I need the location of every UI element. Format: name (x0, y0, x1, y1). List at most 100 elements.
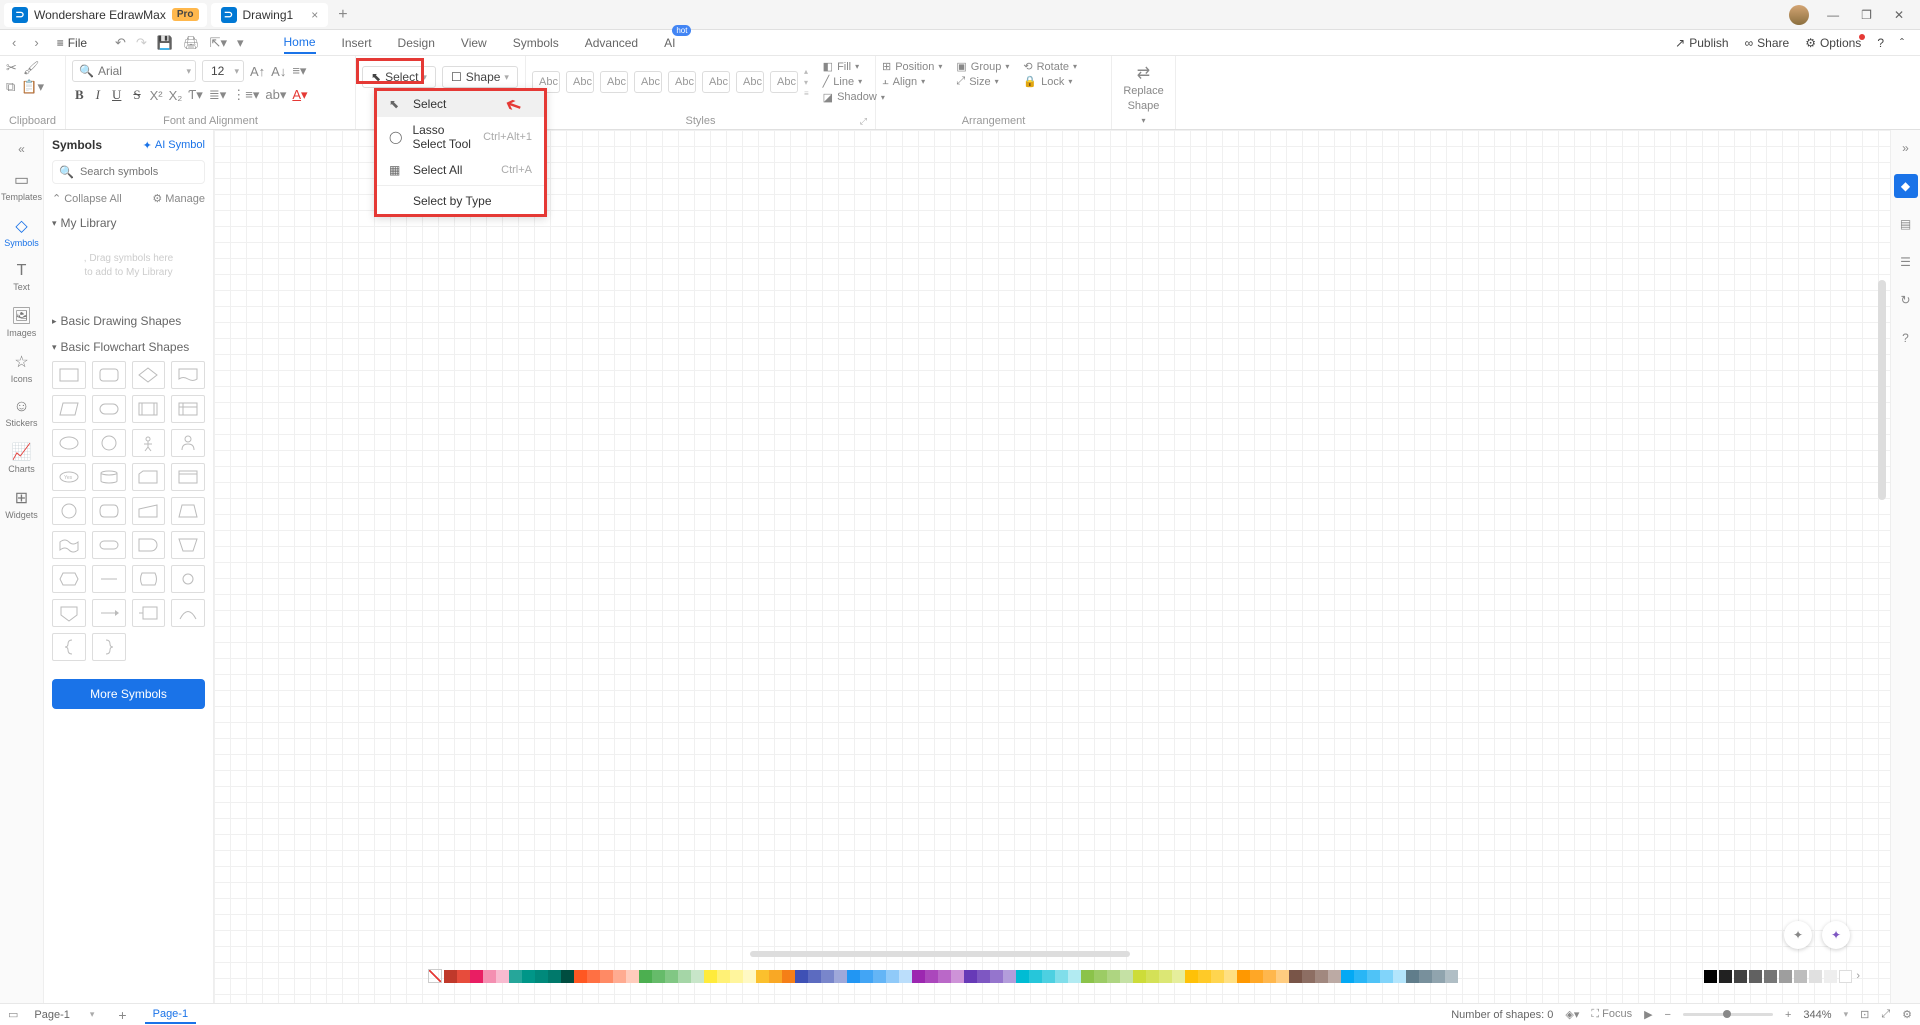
right-rail-theme[interactable]: ◆ (1894, 174, 1918, 198)
color-swatch[interactable] (613, 970, 626, 983)
dropdown-item-select[interactable]: ⬉ Select ➔ (377, 91, 544, 117)
gray-swatch[interactable] (1749, 970, 1762, 983)
color-swatch[interactable] (912, 970, 925, 983)
color-swatch[interactable] (483, 970, 496, 983)
style-swatch[interactable]: Abc (668, 71, 696, 93)
select-tool-button[interactable]: ⬉ Select ▾ (362, 66, 436, 88)
color-swatch[interactable] (1237, 970, 1250, 983)
zoom-thumb[interactable] (1723, 1010, 1731, 1018)
no-color-swatch[interactable] (428, 969, 442, 983)
color-swatch[interactable] (821, 970, 834, 983)
shape-trapezoid[interactable] (171, 497, 205, 525)
fullscreen-icon[interactable]: ⤢ (1881, 1008, 1890, 1021)
align-icon[interactable]: ≡▾ (292, 63, 306, 79)
color-swatch[interactable] (951, 970, 964, 983)
add-page-button[interactable]: + (110, 1007, 134, 1023)
color-swatch[interactable] (678, 970, 691, 983)
zoom-slider[interactable] (1683, 1013, 1773, 1016)
color-swatch[interactable] (548, 970, 561, 983)
rail-text[interactable]: TText (0, 256, 43, 298)
rail-widgets[interactable]: ⊞Widgets (0, 482, 43, 526)
canvas[interactable]: ✦ ✦ › (214, 130, 1890, 1003)
shape-manual-op[interactable] (171, 531, 205, 559)
increase-font-icon[interactable]: A↑ (250, 64, 265, 79)
help-icon[interactable]: ? (1877, 36, 1884, 50)
collapse-right-rail-icon[interactable]: » (1894, 136, 1918, 160)
color-swatch[interactable] (847, 970, 860, 983)
shape-wave[interactable] (52, 531, 86, 559)
shape-person[interactable] (171, 429, 205, 457)
document-tab[interactable]: ⊃ Drawing1 × (211, 3, 329, 27)
section-basic-drawing[interactable]: ▸Basic Drawing Shapes (52, 311, 205, 331)
rail-icons[interactable]: ☆Icons (0, 346, 43, 390)
print-icon[interactable]: 🖨 (183, 35, 200, 51)
pages-overview-icon[interactable]: ▭ (8, 1008, 18, 1021)
line-spacing-icon[interactable]: ≣▾ (209, 87, 226, 103)
rail-images[interactable]: 🖼Images (0, 300, 43, 344)
gray-swatch[interactable] (1779, 970, 1792, 983)
zoom-out-icon[interactable]: − (1665, 1009, 1671, 1021)
color-swatch[interactable] (860, 970, 873, 983)
presentation-icon[interactable]: ▶ (1644, 1008, 1652, 1021)
shape-diamond[interactable] (132, 361, 166, 389)
color-swatch[interactable] (704, 970, 717, 983)
text-transform-icon[interactable]: Ƭ▾ (188, 87, 202, 103)
color-swatch[interactable] (1406, 970, 1419, 983)
publish-button[interactable]: ↗Publish (1675, 36, 1728, 50)
shape-display[interactable] (92, 497, 126, 525)
shape-table[interactable] (171, 463, 205, 491)
style-swatch[interactable]: Abc (566, 71, 594, 93)
style-gallery-icon[interactable]: ≡ (804, 89, 809, 98)
color-swatch[interactable] (1341, 970, 1354, 983)
undo-icon[interactable]: ↶ (115, 35, 126, 51)
decrease-font-icon[interactable]: A↓ (271, 64, 286, 79)
position-button[interactable]: ⊞Position▾ (882, 60, 942, 73)
app-tab[interactable]: ⊃ Wondershare EdrawMax Pro (4, 3, 207, 27)
color-swatch[interactable] (1224, 970, 1237, 983)
color-swatch[interactable] (1042, 970, 1055, 983)
strikethrough-button[interactable]: S (130, 85, 143, 105)
shape-circle-small[interactable] (171, 565, 205, 593)
collapse-ribbon-icon[interactable]: ˆ (1900, 36, 1904, 50)
right-rail-layers[interactable]: ☰ (1894, 250, 1918, 274)
tab-advanced[interactable]: Advanced (585, 33, 638, 53)
share-button[interactable]: ∞Share (1745, 36, 1790, 50)
shape-offpage[interactable] (52, 599, 86, 627)
rail-stickers[interactable]: ☺Stickers (0, 392, 43, 434)
horizontal-scrollbar[interactable] (750, 951, 1130, 957)
color-swatch[interactable] (1276, 970, 1289, 983)
format-painter-icon[interactable]: 🖌 (23, 60, 40, 76)
color-swatch[interactable] (1315, 970, 1328, 983)
library-drop-zone[interactable]: , Drag symbols hereto add to My Library (52, 237, 205, 295)
paste-icon[interactable]: 📋▾ (21, 79, 44, 95)
color-swatch[interactable] (743, 970, 756, 983)
expand-icon[interactable]: ⤢ (860, 116, 867, 127)
export-icon[interactable]: ⇱▾ (210, 35, 227, 51)
dropdown-item-select-all[interactable]: ▦ Select All Ctrl+A (377, 157, 544, 183)
replace-shape-button[interactable]: ⇄ Replace Shape▾ (1118, 60, 1169, 129)
color-swatch[interactable] (1133, 970, 1146, 983)
focus-button[interactable]: ⛶ Focus (1591, 1008, 1632, 1021)
shape-ellipse[interactable] (52, 429, 86, 457)
color-swatch[interactable] (1159, 970, 1172, 983)
color-swatch[interactable] (691, 970, 704, 983)
align-button[interactable]: ⫠Align▾ (882, 75, 942, 88)
shape-parallelogram[interactable] (52, 395, 86, 423)
float-magic-button[interactable]: ✦ (1822, 921, 1850, 949)
shape-manual-input[interactable] (132, 497, 166, 525)
gray-swatch[interactable] (1794, 970, 1807, 983)
color-swatch[interactable] (1354, 970, 1367, 983)
page-select[interactable]: Page-1▾ (28, 1007, 100, 1023)
color-more-icon[interactable]: › (1856, 970, 1860, 982)
bold-button[interactable]: B (72, 85, 87, 105)
color-swatch[interactable] (535, 970, 548, 983)
tab-symbols[interactable]: Symbols (513, 33, 559, 53)
color-swatch[interactable] (1367, 970, 1380, 983)
section-basic-flowchart[interactable]: ▾Basic Flowchart Shapes (52, 337, 205, 357)
color-swatch[interactable] (1263, 970, 1276, 983)
right-rail-history[interactable]: ↻ (1894, 288, 1918, 312)
shape-predefined[interactable] (132, 395, 166, 423)
color-swatch[interactable] (1211, 970, 1224, 983)
gray-swatch[interactable] (1839, 970, 1852, 983)
shape-pill[interactable] (92, 531, 126, 559)
